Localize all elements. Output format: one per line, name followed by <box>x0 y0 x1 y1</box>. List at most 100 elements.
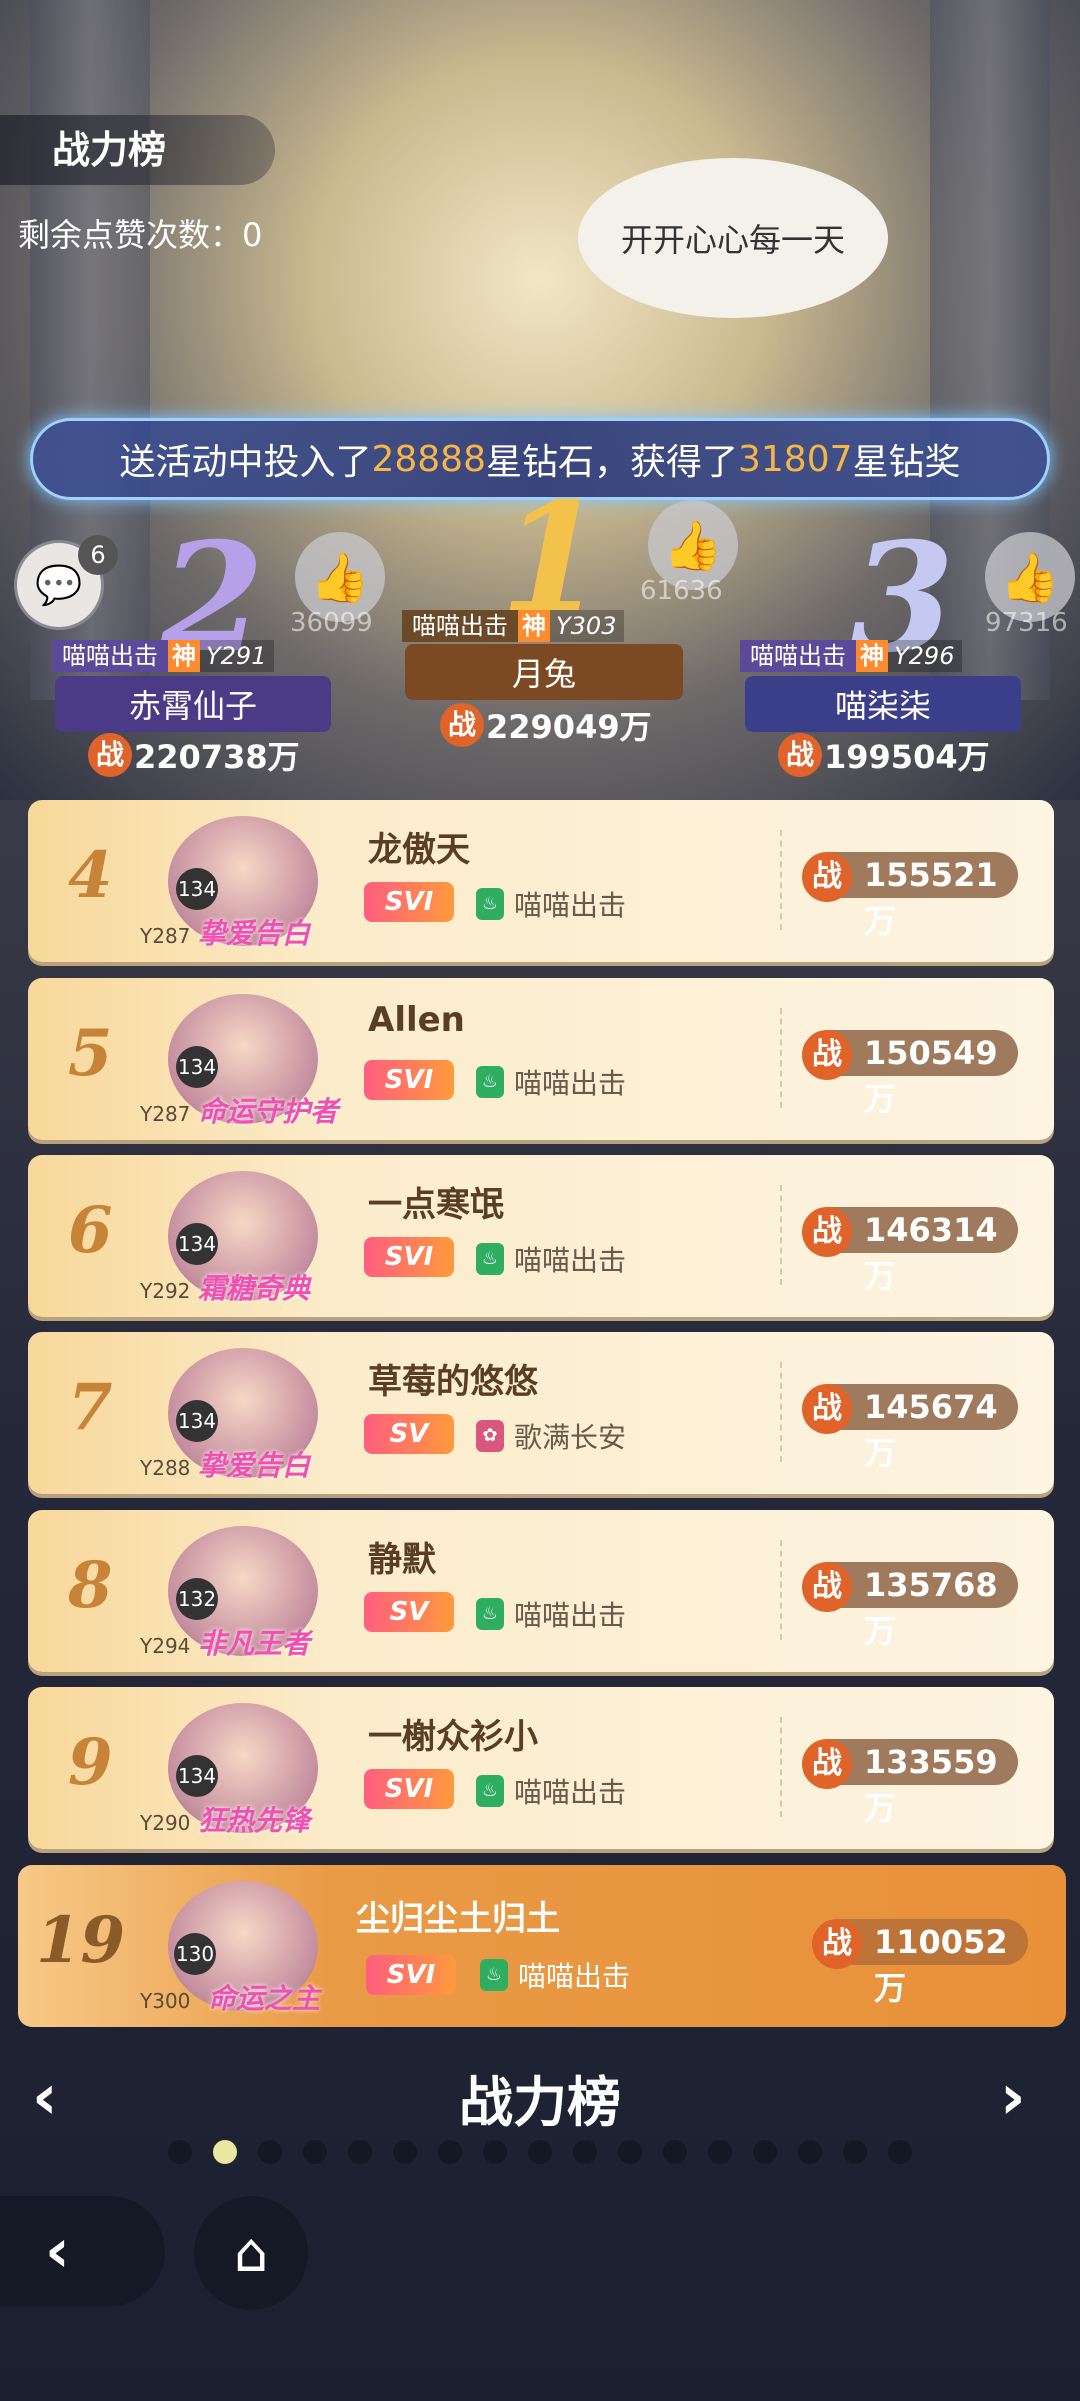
player-name: 一点寒氓 <box>368 1185 504 1225</box>
guild-name: 喵喵出击 <box>514 1776 627 1809</box>
guild-icon: ♨ <box>476 1066 504 1098</box>
guild-name: 喵喵出击 <box>514 1599 627 1632</box>
power-value: 199504万 <box>824 738 990 776</box>
title-tag: 挚爱告白 <box>198 1449 311 1482</box>
power-icon: 战 <box>778 733 822 777</box>
page-dot[interactable] <box>393 2140 417 2164</box>
thumbs-up-icon: 👍 <box>1000 549 1060 606</box>
row-rank: 8 <box>68 1548 113 1623</box>
banner-amount2: 31807 <box>738 438 853 480</box>
page-dot[interactable] <box>753 2140 777 2164</box>
rank-row[interactable]: 6 134 Y292 霜糖奇典 一点寒氓 SVI ♨ 喵喵出击 战 146314万 <box>28 1155 1054 1317</box>
page-dot[interactable] <box>843 2140 867 2164</box>
page-dot[interactable] <box>708 2140 732 2164</box>
power-value: 229049万 <box>486 708 652 746</box>
podium-guild-2: 喵喵出击神 Y291 <box>52 638 275 674</box>
guild-icon: ♨ <box>476 1243 504 1275</box>
guild-name: 喵喵出击 <box>518 1960 631 1993</box>
guild-name: 喵喵出击 <box>52 640 168 672</box>
page-dot[interactable] <box>618 2140 642 2164</box>
power-pill: 战 110052万 <box>812 1919 1028 2007</box>
server-id: Y290 <box>140 1811 191 1835</box>
power-icon: 战 <box>802 1562 852 1612</box>
podium-name-3[interactable]: 喵柒柒 <box>745 676 1021 732</box>
server-id: Y292 <box>140 1279 191 1303</box>
guild-name: 喵喵出击 <box>514 1244 627 1277</box>
guild-name: 喵喵出击 <box>740 640 856 672</box>
home-button[interactable]: ⌂ <box>194 2196 308 2310</box>
power-value: 146314万 <box>864 1211 998 1295</box>
page-dot-active[interactable] <box>213 2140 237 2164</box>
page-dot[interactable] <box>798 2140 822 2164</box>
guild-icon: ♨ <box>480 1959 508 1991</box>
server-id: Y287 <box>140 924 191 948</box>
rank-row[interactable]: 8 132 Y294 非凡王者 静默 SV ♨ 喵喵出击 战 135768万 <box>28 1510 1054 1672</box>
rank-row[interactable]: 4 134 战Y287 挚爱告白 龙傲天 SVI ♨ 喵喵出击 战155521万 <box>28 800 1054 962</box>
page-dot[interactable] <box>438 2140 462 2164</box>
chat-badge: 6 <box>78 535 118 575</box>
vip-badge: SVI <box>364 882 454 922</box>
power-pill: 战 155521万 <box>802 852 1018 940</box>
guild-icon: ✿ <box>476 1420 504 1452</box>
vip-badge: SV <box>364 1592 454 1632</box>
banner-prefix: 送活动中投入了 <box>119 442 372 483</box>
power-icon: 战 <box>440 703 484 747</box>
divider <box>780 1717 782 1817</box>
rank-row[interactable]: 5 134 Y287 命运守护者 Allen SVI ♨ 喵喵出击 战 15054… <box>28 978 1054 1140</box>
page-dot[interactable] <box>888 2140 912 2164</box>
page-dot[interactable] <box>168 2140 192 2164</box>
power-icon: 战 <box>802 1739 852 1789</box>
power-icon: 战 <box>802 1030 852 1080</box>
speech-bubble: 开开心心每一天 <box>578 158 888 318</box>
vip-badge: SV <box>364 1414 454 1454</box>
player-name: Allen <box>368 1000 465 1040</box>
back-arrow-icon: ‹ <box>45 2216 70 2286</box>
guild-icon: ♨ <box>476 1598 504 1630</box>
shen-yid: Y290 <box>140 1811 190 1835</box>
power-pill: 战 135768万 <box>802 1562 1018 1650</box>
power-icon: 战 <box>802 1384 852 1434</box>
next-board-button[interactable]: › <box>1000 2060 1026 2133</box>
vip-badge: SVI <box>364 1769 454 1809</box>
page-dot[interactable] <box>483 2140 507 2164</box>
power-pill: 战 146314万 <box>802 1207 1018 1295</box>
level-badge: 134 <box>176 1046 218 1088</box>
podium-power-3: 战 199504万 <box>778 732 990 778</box>
thumbs-up-icon: 👍 <box>310 549 370 606</box>
podium-name-1[interactable]: 月兔 <box>405 644 683 700</box>
like-count-1: 61636 <box>640 576 723 606</box>
rank-row[interactable]: 7 134 Y288 挚爱告白 草莓的悠悠 SV ✿ 歌满长安 战 145674万 <box>28 1332 1054 1494</box>
shen-yid: Y292 <box>140 1279 190 1303</box>
back-button[interactable]: ‹ <box>0 2196 165 2306</box>
page-dot[interactable] <box>303 2140 327 2164</box>
power-pill: 战 133559万 <box>802 1739 1018 1827</box>
guild-icon: ♨ <box>476 888 504 920</box>
player-name: 一榭众衫小 <box>368 1717 538 1757</box>
my-rank-row[interactable]: 19 130 Y300 命运之主 尘归尘土归土 SVI ♨ 喵喵出击 战 1100… <box>18 1865 1066 2027</box>
shen-badge: 神 <box>518 610 550 642</box>
podium-guild-1: 喵喵出击神 Y303 <box>402 608 625 644</box>
level-badge: 130 <box>174 1933 216 1975</box>
vip-badge: SVI <box>364 1060 454 1100</box>
page-dot[interactable] <box>258 2140 282 2164</box>
page-dot[interactable] <box>528 2140 552 2164</box>
shen-yid: 战Y287 <box>140 924 190 948</box>
player-name: 尘归尘土归土 <box>356 1899 560 1939</box>
level-badge: 134 <box>176 868 218 910</box>
page-dot[interactable] <box>573 2140 597 2164</box>
divider <box>780 830 782 930</box>
podium-name-2[interactable]: 赤霄仙子 <box>55 676 331 732</box>
guild-name: 喵喵出击 <box>402 610 518 642</box>
player-name: 龙傲天 <box>368 830 470 870</box>
rank-row[interactable]: 9 134 Y290 狂热先锋 一榭众衫小 SVI ♨ 喵喵出击 战 133559… <box>28 1687 1054 1849</box>
shen-yid: Y288 <box>140 1456 190 1480</box>
server-id: Y287 <box>140 1102 191 1126</box>
guild-name: 喵喵出击 <box>514 1067 627 1100</box>
level-badge: 134 <box>176 1400 218 1442</box>
row-rank: 6 <box>68 1193 113 1268</box>
shen-yid: Y300 <box>140 1989 190 2013</box>
page-dot[interactable] <box>348 2140 372 2164</box>
page-title: 战力榜 <box>0 115 275 185</box>
title-tag: 命运之主 <box>208 1982 321 2015</box>
page-dot[interactable] <box>663 2140 687 2164</box>
